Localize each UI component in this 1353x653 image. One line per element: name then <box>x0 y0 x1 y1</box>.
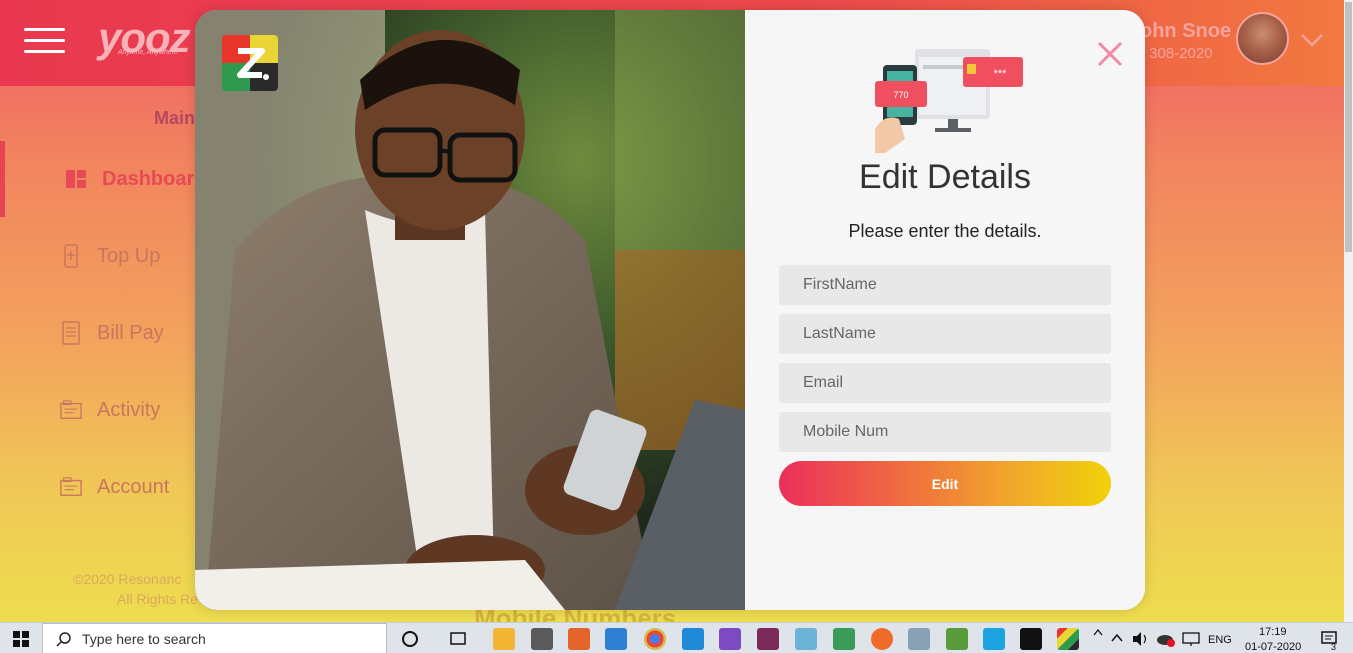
user-phone: ) 308-2020 <box>1140 45 1213 62</box>
mobile-topup-icon <box>60 244 82 268</box>
file-explorer-icon[interactable] <box>493 628 515 650</box>
security-illustration-icon: 770 *** <box>875 49 1023 153</box>
postman-icon[interactable] <box>871 628 893 650</box>
dashboard-icon <box>65 168 87 190</box>
skype-icon[interactable] <box>983 628 1005 650</box>
first-name-field[interactable] <box>779 265 1111 305</box>
scroll-up-icon[interactable] <box>1093 627 1103 637</box>
mobile-number-field[interactable] <box>779 412 1111 452</box>
notifications-icon[interactable] <box>1320 629 1340 649</box>
volume-icon[interactable] <box>1131 631 1151 647</box>
edit-details-modal: 770 *** Edit Details Please enter the de… <box>195 10 1145 610</box>
otp-code-text: 770 <box>893 90 908 100</box>
modal-subtitle: Please enter the details. <box>848 221 1042 241</box>
close-icon[interactable] <box>1096 40 1124 68</box>
sidebar-item-account[interactable]: Account <box>0 449 205 525</box>
outlook-icon[interactable] <box>605 628 627 650</box>
notepad-plus-icon[interactable] <box>946 628 968 650</box>
notepad-icon[interactable] <box>795 628 817 650</box>
form-panel: 770 *** Edit Details Please enter the de… <box>745 10 1145 610</box>
performance-monitor-icon[interactable] <box>908 628 930 650</box>
copyright-text: ©2020 Resonanc <box>73 571 182 587</box>
sidebar-item-activity[interactable]: Activity <box>0 372 205 448</box>
logo-tagline: Anytime, Anywhere <box>118 49 179 56</box>
sidebar-section-label: Main <box>154 108 196 128</box>
sidebar-item-top-up[interactable]: Top Up <box>0 218 205 294</box>
bill-icon <box>60 321 82 345</box>
menu-icon[interactable] <box>24 28 65 54</box>
hero-photo <box>195 10 745 610</box>
windows-taskbar: Type here to search ENG 17:19 01-07-2020… <box>0 622 1353 653</box>
businessman-photo-illustration <box>195 10 745 610</box>
chevron-down-icon[interactable] <box>1299 26 1325 52</box>
avatar[interactable] <box>1236 12 1289 65</box>
sidebar-item-dashboard[interactable]: Dashboard <box>0 141 207 217</box>
git-icon[interactable] <box>833 628 855 650</box>
sidebar-item-label: Top Up <box>97 244 161 267</box>
onedrive-error-icon[interactable] <box>1156 631 1176 647</box>
sidebar: Main Dashboard Top Up Bill Pay Activity <box>0 86 207 622</box>
modal-title: Edit Details <box>859 158 1031 196</box>
sidebar-item-label: Bill Pay <box>97 321 164 344</box>
winrar-icon[interactable] <box>757 628 779 650</box>
media-player-icon[interactable] <box>568 628 590 650</box>
task-view-icon[interactable] <box>449 630 467 648</box>
windows-icon <box>13 630 29 647</box>
network-icon[interactable] <box>1181 631 1201 647</box>
mail-icon[interactable] <box>531 628 553 650</box>
clock-time[interactable]: 17:19 <box>1259 626 1287 638</box>
taskbar-search[interactable]: Type here to search <box>42 623 387 653</box>
rights-text: All Rights Re <box>117 591 198 607</box>
sidebar-item-label: Activity <box>97 398 161 421</box>
scrollbar-thumb[interactable] <box>1345 2 1352 252</box>
chrome-icon[interactable] <box>644 628 666 650</box>
sidebar-item-bill-pay[interactable]: Bill Pay <box>0 295 205 371</box>
notification-count-badge: 3 <box>1331 642 1337 652</box>
account-icon <box>60 476 82 498</box>
edit-button[interactable]: Edit <box>779 461 1111 506</box>
email-field[interactable] <box>779 363 1111 403</box>
last-name-field[interactable] <box>779 314 1111 354</box>
visual-studio-icon[interactable] <box>719 628 741 650</box>
cortana-icon[interactable] <box>401 630 419 648</box>
start-button[interactable] <box>0 623 42 653</box>
password-mask-text: *** <box>994 68 1008 80</box>
search-icon <box>56 631 71 647</box>
user-name: ohn Snoe <box>1140 20 1232 42</box>
sidebar-item-label: Account <box>97 475 170 498</box>
yooz-app-icon[interactable] <box>1057 628 1079 650</box>
activity-icon <box>60 399 82 421</box>
terminal-icon[interactable] <box>1020 628 1042 650</box>
page-scrollbar[interactable] <box>1344 0 1353 622</box>
brand-logo <box>222 35 278 91</box>
vscode-icon[interactable] <box>682 628 704 650</box>
clock-date[interactable]: 01-07-2020 <box>1245 641 1301 653</box>
taskbar-search-placeholder: Type here to search <box>82 630 206 647</box>
sidebar-item-label: Dashboard <box>102 167 207 190</box>
tray-expand-icon[interactable] <box>1111 633 1123 643</box>
language-indicator[interactable]: ENG <box>1208 634 1232 646</box>
